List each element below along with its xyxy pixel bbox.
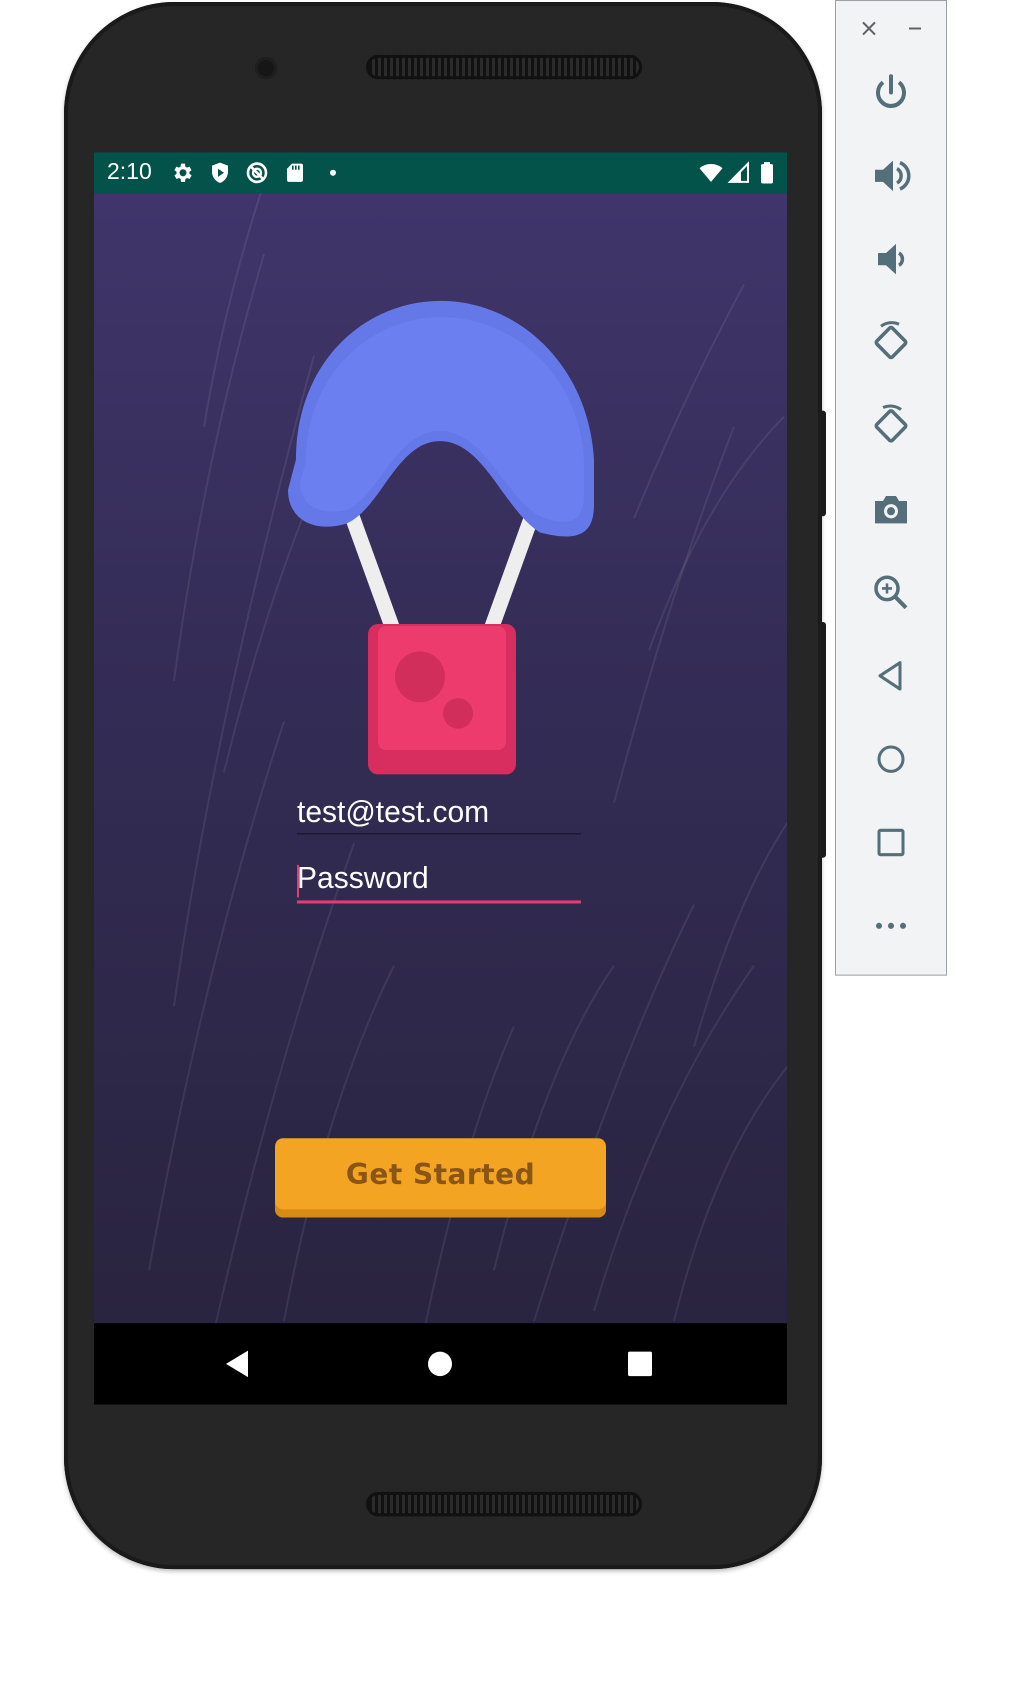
- notification-dot-icon: [321, 161, 345, 185]
- rotate-right-button[interactable]: [866, 400, 916, 451]
- more-button[interactable]: [866, 900, 916, 951]
- minimize-icon: [909, 27, 921, 30]
- location-off-icon: [245, 161, 269, 185]
- top-speaker: [366, 54, 642, 80]
- power-icon: [876, 74, 906, 108]
- front-camera: [255, 56, 277, 80]
- volume-down-icon: [878, 243, 905, 275]
- close-window-button[interactable]: [856, 15, 882, 41]
- bottom-speaker: [366, 1491, 642, 1517]
- status-bar: 2:10: [94, 152, 787, 194]
- more-dots-icon: [876, 922, 906, 929]
- minimize-window-button[interactable]: [902, 15, 928, 41]
- settings-icon: [171, 161, 195, 185]
- back-triangle-icon: [226, 1350, 248, 1378]
- close-icon: [862, 21, 876, 36]
- password-field-underline: [297, 900, 581, 904]
- home-circle-icon: [428, 1351, 452, 1377]
- rotate-right-icon: [874, 404, 908, 443]
- get-started-button[interactable]: Get Started: [275, 1138, 606, 1218]
- emulator-toolbar: [835, 0, 947, 976]
- app-background: test@test.com Password Get Started: [94, 193, 787, 1324]
- navigation-bar: [94, 1323, 787, 1405]
- parachute-box-illustration: [288, 300, 594, 775]
- nav-home-button[interactable]: [385, 1323, 495, 1404]
- battery-icon: [755, 161, 779, 185]
- volume-up-button[interactable]: [866, 150, 916, 201]
- zoom-in-icon: [874, 575, 908, 610]
- recents-square-icon: [628, 1351, 652, 1377]
- back-button[interactable]: [866, 650, 916, 701]
- volume-up-icon: [875, 160, 911, 192]
- password-field[interactable]: Password: [297, 861, 581, 904]
- overview-square-icon: [877, 828, 905, 857]
- overview-button[interactable]: [866, 817, 916, 868]
- nav-recents-button[interactable]: [585, 1323, 695, 1404]
- wifi-icon: [699, 161, 723, 185]
- email-input-value[interactable]: test@test.com: [297, 795, 581, 832]
- back-triangle-icon: [878, 661, 902, 691]
- power-button[interactable]: [866, 67, 916, 118]
- status-time: 2:10: [107, 157, 152, 184]
- email-field[interactable]: test@test.com: [297, 795, 581, 835]
- camera-icon: [875, 495, 907, 524]
- home-button[interactable]: [866, 734, 916, 785]
- nav-back-button[interactable]: [183, 1323, 293, 1404]
- rotate-left-icon: [874, 321, 908, 360]
- shield-icon: [208, 161, 232, 185]
- phone-screen: 2:10 test@test.com Password Get Started: [94, 152, 787, 1405]
- phone-side-button-volume: [818, 621, 826, 858]
- password-input-placeholder[interactable]: Password: [297, 861, 581, 898]
- home-circle-icon: [877, 745, 905, 773]
- email-field-underline: [297, 833, 581, 835]
- volume-down-button[interactable]: [866, 234, 916, 285]
- rotate-left-button[interactable]: [866, 317, 916, 368]
- signal-icon: [727, 161, 751, 185]
- phone-side-button-power: [818, 410, 826, 517]
- screenshot-button[interactable]: [866, 484, 916, 535]
- zoom-button[interactable]: [866, 567, 916, 618]
- sd-card-icon: [283, 161, 307, 185]
- text-cursor: [297, 864, 299, 898]
